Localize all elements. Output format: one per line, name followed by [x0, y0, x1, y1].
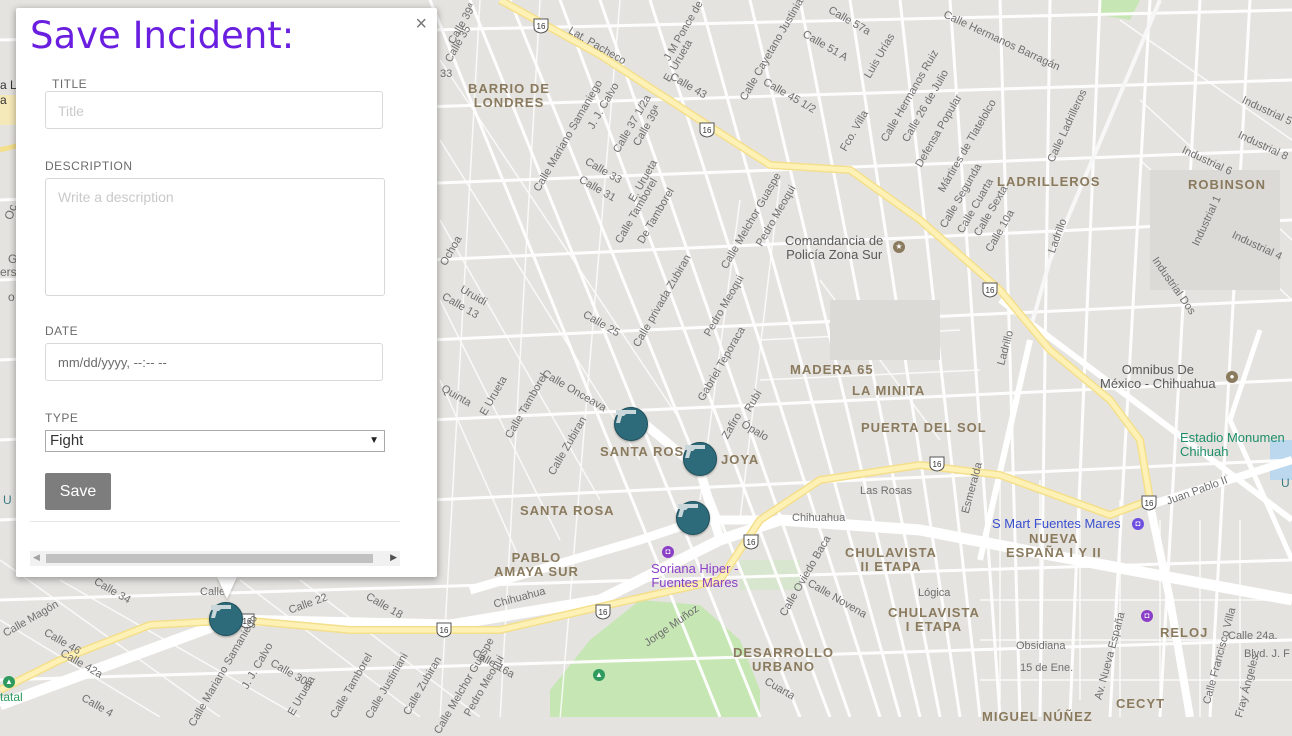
- type-label: TYPE: [45, 411, 79, 425]
- shopping-icon: ◘: [1141, 610, 1153, 622]
- shopping-icon: ◘: [1132, 518, 1144, 530]
- date-label: DATE: [45, 324, 79, 338]
- incident-marker[interactable]: [209, 602, 243, 636]
- scrollbar-thumb[interactable]: [46, 554, 373, 563]
- bus-station-icon: ●: [1226, 371, 1238, 383]
- incident-marker[interactable]: [683, 442, 717, 476]
- description-label: DESCRIPTION: [45, 159, 133, 173]
- incident-marker[interactable]: [676, 501, 710, 535]
- shopping-icon: ◘: [662, 546, 674, 558]
- park-icon: ▲: [3, 676, 15, 688]
- park-icon: ▲: [593, 669, 605, 681]
- date-input[interactable]: mm/dd/yyyy, --:-- --: [45, 343, 383, 381]
- title-input[interactable]: Title: [45, 91, 383, 129]
- title-label: TITLE: [52, 77, 88, 91]
- type-select-value: Fight: [50, 432, 84, 449]
- gun-icon: [616, 410, 636, 423]
- incident-marker[interactable]: [614, 407, 648, 441]
- chevron-down-icon: ▼: [369, 435, 379, 446]
- gun-icon: [211, 605, 231, 618]
- type-select[interactable]: Fight ▼: [45, 430, 385, 452]
- gun-icon: [685, 445, 705, 458]
- divider: [30, 521, 400, 522]
- gun-icon: [678, 504, 698, 517]
- scroll-right-icon[interactable]: ▶: [390, 552, 397, 563]
- police-icon: ★: [893, 241, 905, 253]
- horizontal-scrollbar[interactable]: ◀ ▶: [30, 551, 400, 566]
- save-incident-window: × Save Incident: TITLE Title DESCRIPTION…: [16, 8, 437, 577]
- description-textarea[interactable]: Write a description: [45, 178, 385, 296]
- close-button[interactable]: ×: [415, 14, 427, 34]
- form-title: Save Incident:: [30, 14, 295, 57]
- scroll-left-icon[interactable]: ◀: [33, 552, 40, 563]
- info-window-tail: [217, 577, 237, 599]
- save-button[interactable]: Save: [45, 473, 111, 510]
